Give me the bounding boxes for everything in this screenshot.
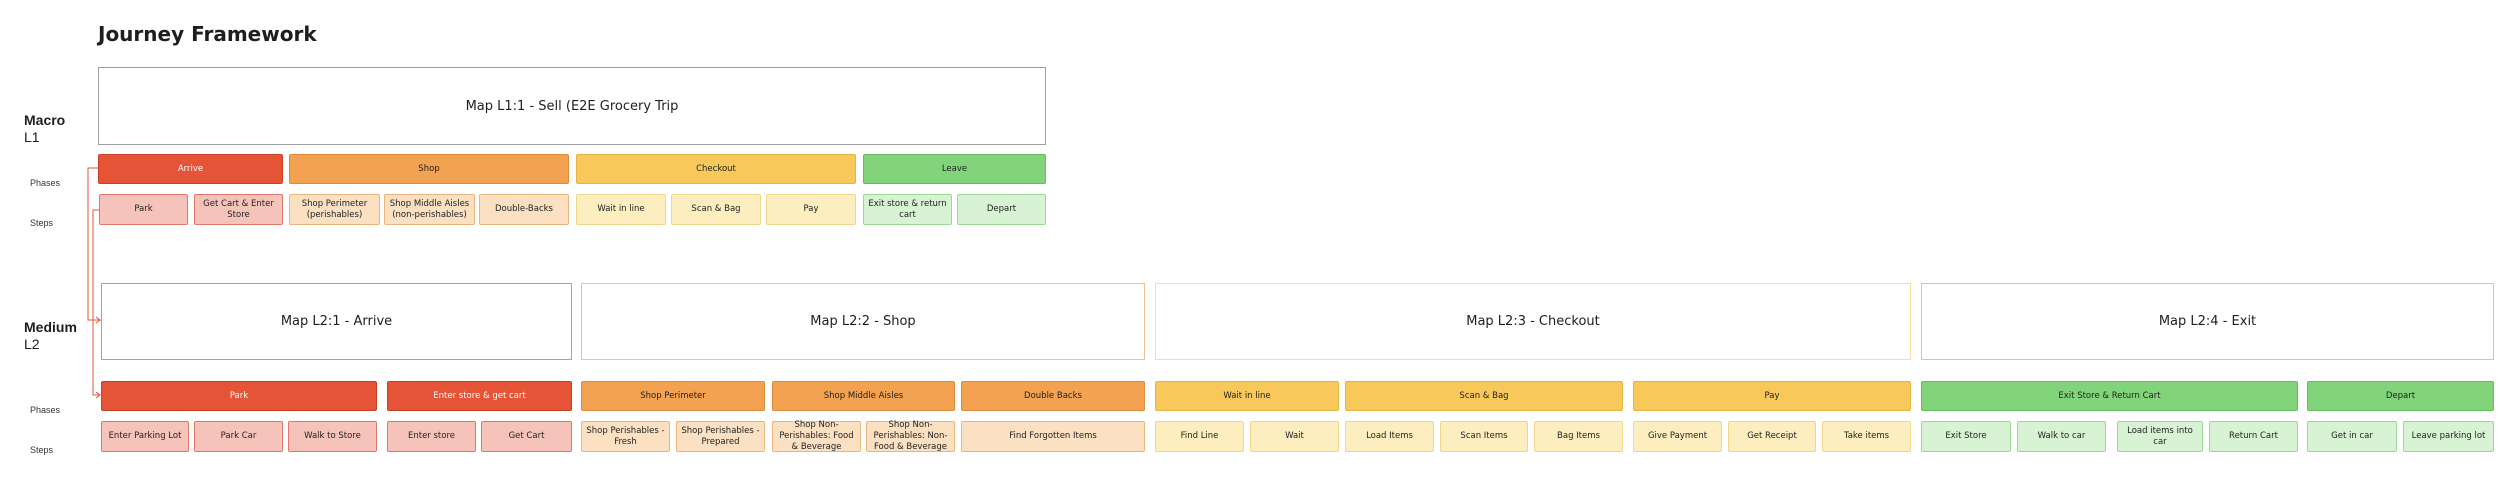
l2-map-arrive[interactable]: Map L2:1 - Arrive — [101, 283, 572, 360]
l2-map-checkout[interactable]: Map L2:3 - Checkout — [1155, 283, 1911, 360]
l2-step-shop-non-perishables-food[interactable]: Shop Non-Perishables: Food & Beverage — [772, 420, 861, 452]
l1-phase-arrive[interactable]: Arrive — [98, 154, 283, 184]
l1-steps-label: Steps — [30, 218, 54, 228]
medium-level-name: Medium — [24, 319, 77, 335]
l2-step-walk-to-store[interactable]: Walk to Store — [288, 421, 377, 452]
l2-step-load-items-into-car[interactable]: Load items into car — [2117, 421, 2203, 452]
l2-phase-exit-store-return-cart[interactable]: Exit Store & Return Cart — [1921, 381, 2298, 411]
l1-phase-leave[interactable]: Leave — [863, 154, 1046, 184]
l2-phase-depart[interactable]: Depart — [2307, 381, 2494, 411]
l2-step-walk-to-car[interactable]: Walk to car — [2017, 421, 2106, 452]
l2-step-shop-non-perishables-non-food[interactable]: Shop Non-Perishables: Non-Food & Beverag… — [866, 420, 955, 452]
l2-step-shop-perishables-prepared[interactable]: Shop Perishables - Prepared — [676, 421, 765, 452]
l2-step-find-line[interactable]: Find Line — [1155, 421, 1244, 452]
macro-level-label: Macro L1 — [24, 112, 65, 146]
l1-phase-checkout[interactable]: Checkout — [576, 154, 856, 184]
l1-phase-shop[interactable]: Shop — [289, 154, 569, 184]
l2-phase-pay[interactable]: Pay — [1633, 381, 1911, 411]
l1-phases-label: Phases — [30, 178, 61, 188]
l1-step-shop-perimeter[interactable]: Shop Perimeter (perishables) — [289, 194, 380, 225]
l2-step-wait[interactable]: Wait — [1250, 421, 1339, 452]
l2-step-take-items[interactable]: Take items — [1822, 421, 1911, 452]
l1-step-shop-middle-aisles[interactable]: Shop Middle Aisles (non-perishables) — [384, 194, 475, 225]
l2-step-leave-parking-lot[interactable]: Leave parking lot — [2403, 421, 2494, 452]
l1-step-wait-in-line[interactable]: Wait in line — [576, 194, 666, 225]
page-title: Journey Framework — [98, 22, 317, 46]
l1-map[interactable]: Map L1:1 - Sell (E2E Grocery Trip — [98, 67, 1046, 145]
l2-phases-label: Phases — [30, 405, 61, 415]
connector-arrive-to-map — [87, 167, 100, 321]
l2-step-get-receipt[interactable]: Get Receipt — [1728, 421, 1816, 452]
connector-arrowhead-map — [95, 316, 102, 324]
l1-step-depart[interactable]: Depart — [957, 194, 1046, 225]
l2-phase-double-backs[interactable]: Double Backs — [961, 381, 1145, 411]
l1-step-park[interactable]: Park — [99, 194, 188, 225]
l2-phase-shop-middle-aisles[interactable]: Shop Middle Aisles — [772, 381, 955, 411]
l2-step-enter-parking-lot[interactable]: Enter Parking Lot — [101, 421, 189, 452]
l2-step-give-payment[interactable]: Give Payment — [1633, 421, 1722, 452]
l2-phase-wait-in-line[interactable]: Wait in line — [1155, 381, 1339, 411]
l2-phase-park[interactable]: Park — [101, 381, 377, 411]
l1-step-pay[interactable]: Pay — [766, 194, 856, 225]
l2-step-return-cart[interactable]: Return Cart — [2209, 421, 2298, 452]
l2-phase-scan-bag[interactable]: Scan & Bag — [1345, 381, 1623, 411]
l2-step-bag-items[interactable]: Bag Items — [1534, 421, 1623, 452]
l1-step-get-cart-enter-store[interactable]: Get Cart & Enter Store — [194, 194, 283, 225]
medium-level-code: L2 — [24, 336, 40, 352]
l2-phase-enter-store-get-cart[interactable]: Enter store & get cart — [387, 381, 572, 411]
l2-steps-label: Steps — [30, 445, 54, 455]
macro-level-name: Macro — [24, 112, 66, 128]
l2-map-exit[interactable]: Map L2:4 - Exit — [1921, 283, 2494, 360]
l1-step-double-backs[interactable]: Double-Backs — [479, 194, 569, 225]
l2-step-get-in-car[interactable]: Get in car — [2307, 421, 2397, 452]
l1-step-exit-store-return-cart[interactable]: Exit store & return cart — [863, 194, 952, 225]
l1-step-scan-bag[interactable]: Scan & Bag — [671, 194, 761, 225]
l2-phase-shop-perimeter[interactable]: Shop Perimeter — [581, 381, 765, 411]
l2-step-exit-store[interactable]: Exit Store — [1921, 421, 2011, 452]
connector-arrowhead-phase — [95, 391, 101, 399]
connector-park-to-phase — [92, 209, 100, 396]
l2-step-enter-store[interactable]: Enter store — [387, 421, 476, 452]
l2-step-load-items[interactable]: Load Items — [1345, 421, 1434, 452]
l2-step-find-forgotten-items[interactable]: Find Forgotten Items — [961, 421, 1145, 452]
l2-step-shop-perishables-fresh[interactable]: Shop Perishables - Fresh — [581, 421, 670, 452]
macro-level-code: L1 — [24, 129, 40, 145]
l2-step-get-cart[interactable]: Get Cart — [481, 421, 572, 452]
l2-map-shop[interactable]: Map L2:2 - Shop — [581, 283, 1145, 360]
l2-step-scan-items[interactable]: Scan Items — [1440, 421, 1528, 452]
l2-step-park-car[interactable]: Park Car — [194, 421, 283, 452]
medium-level-label: Medium L2 — [24, 319, 77, 353]
